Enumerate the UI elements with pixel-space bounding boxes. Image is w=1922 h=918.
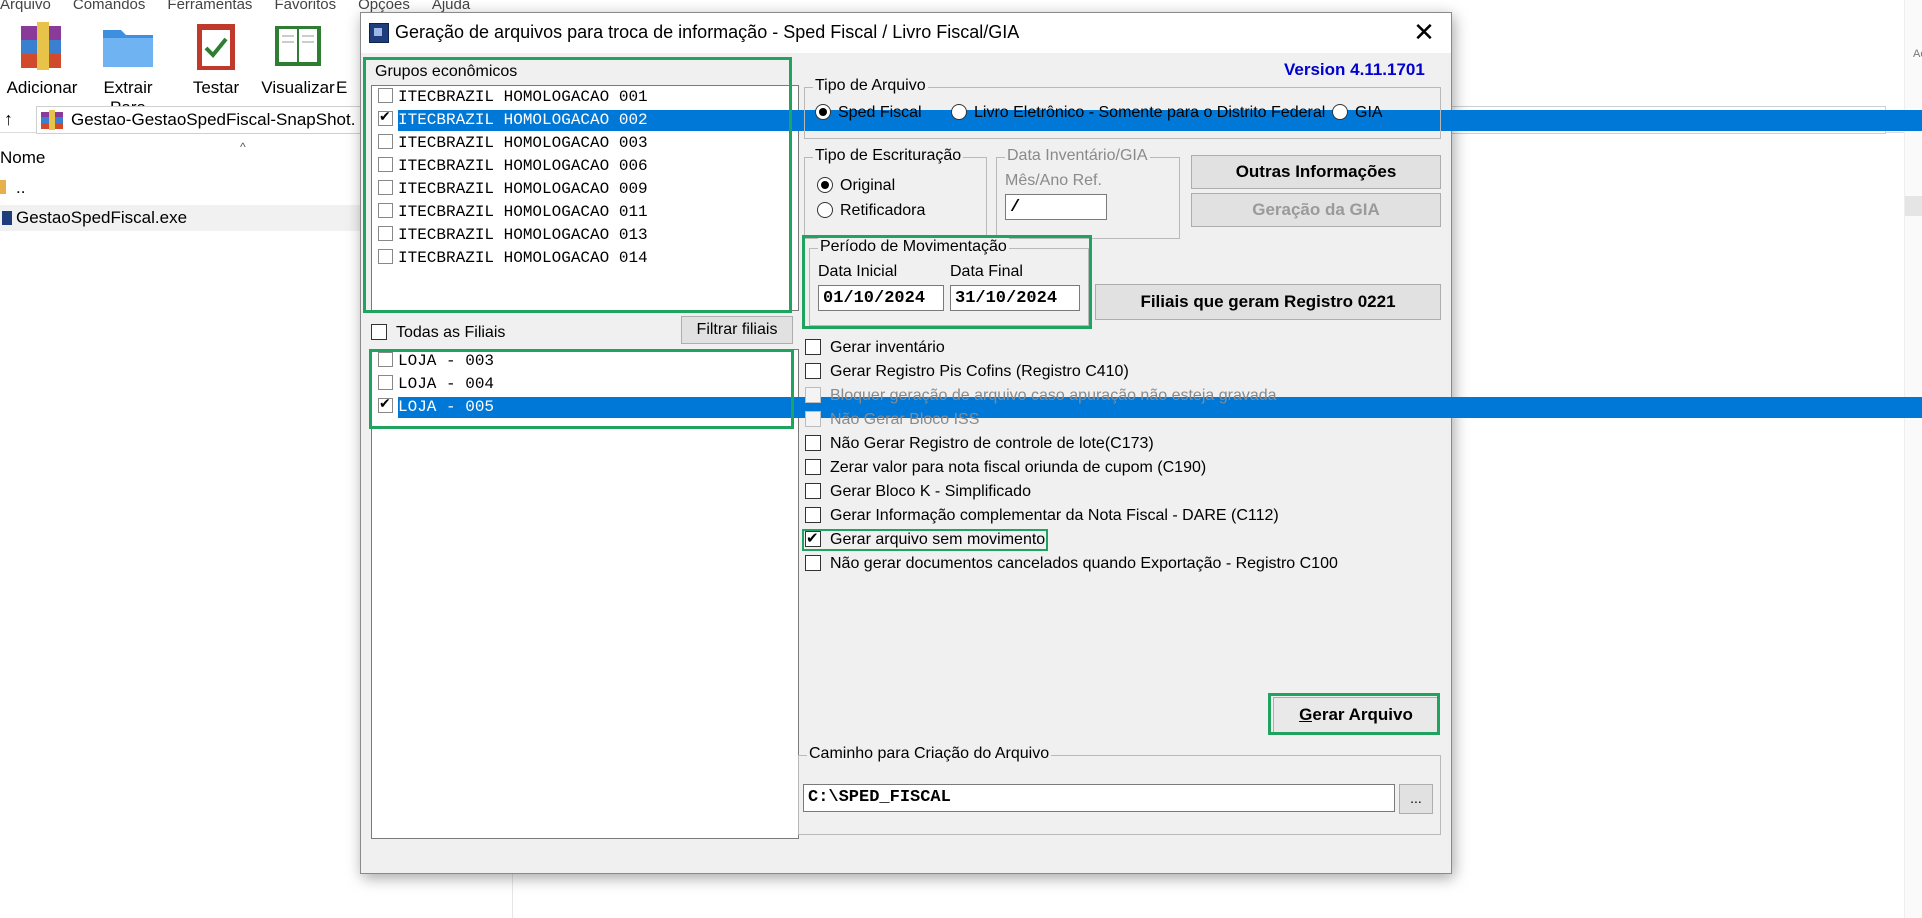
option-zerar-cupom[interactable]: Zerar valor para nota fiscal oriunda de … — [805, 457, 1206, 479]
filial-item[interactable]: LOJA - 004 — [374, 374, 494, 395]
checkbox[interactable] — [378, 134, 393, 149]
gerar-arquivo-button[interactable]: Gerar Arquivo — [1273, 697, 1439, 733]
tipo-arquivo-group: Tipo de Arquivo Sped Fiscal Livro Eletrô… — [804, 77, 1441, 139]
radio-original[interactable]: Original — [817, 175, 895, 197]
periodo-group: Período de Movimentação Data Inicial 01/… — [809, 238, 1089, 326]
radio-sped-fiscal[interactable]: Sped Fiscal — [815, 102, 922, 124]
column-header-name[interactable]: Nome — [0, 148, 45, 168]
clipboard-check-icon — [189, 18, 243, 72]
checkbox[interactable] — [378, 394, 393, 415]
close-button[interactable]: ✕ — [1401, 15, 1447, 51]
tipo-escrituracao-group: Tipo de Escrituração Original Retificado… — [804, 147, 987, 239]
version-label: Version 4.11.1701 — [1284, 60, 1425, 79]
option-sem-movimento[interactable]: Gerar arquivo sem movimento — [805, 527, 1045, 551]
grupo-item[interactable]: ITECBRAZIL HOMOLOGACAO 001 — [374, 87, 648, 108]
option-dare-c112[interactable]: Gerar Informação complementar da Nota Fi… — [805, 505, 1279, 527]
option-bloco-iss[interactable]: Não Gerar Bloco ISS — [805, 409, 979, 431]
option-bloquear-geracao[interactable]: Bloquer geração de arquivo caso apuração… — [805, 385, 1277, 407]
outras-informacoes-button[interactable]: Outras Informações — [1191, 155, 1441, 189]
menu-item[interactable]: Comandos — [73, 0, 146, 13]
dialog-title: Geração de arquivos para troca de inform… — [395, 22, 1020, 42]
mes-ano-field[interactable]: / — [1005, 194, 1107, 220]
inventario-group: Data Inventário/GIA Mês/Ano Ref. / — [996, 147, 1180, 239]
grupo-item[interactable]: ITECBRAZIL HOMOLOGACAO 011 — [374, 202, 648, 223]
data-inicial-label: Data Inicial — [818, 263, 898, 280]
archive-icon — [41, 110, 63, 130]
sped-dialog: Geração de arquivos para troca de inform… — [360, 12, 1922, 874]
data-final-field[interactable]: 31/10/2024 — [950, 285, 1080, 311]
toolbar-test-label: Testar — [192, 78, 240, 97]
book-view-icon — [271, 18, 325, 72]
grupo-item[interactable]: ITECBRAZIL HOMOLOGACAO 013 — [374, 225, 648, 246]
grupos-list[interactable]: ITECBRAZIL HOMOLOGACAO 001 ITECBRAZIL HO… — [371, 85, 1922, 311]
checkbox[interactable] — [378, 203, 393, 218]
grupo-item[interactable]: ITECBRAZIL HOMOLOGACAO 014 — [374, 248, 648, 269]
up-arrow-icon[interactable]: ↑ — [4, 106, 13, 132]
option-bloco-k[interactable]: Gerar Bloco K - Simplificado — [805, 481, 1031, 503]
list-item-label: .. — [16, 178, 26, 197]
background-menu-bar: Arquivo Comandos Ferramentas Favoritos Opçõe… — [0, 0, 492, 13]
browse-button[interactable]: ... — [1399, 784, 1433, 814]
data-final-label: Data Final — [950, 263, 1023, 280]
caminho-group: Caminho para Criação do Arquivo C:\SPED_… — [798, 745, 1441, 835]
radio-gia[interactable]: GIA — [1332, 102, 1383, 124]
filial-item[interactable]: LOJA - 003 — [374, 351, 494, 372]
archive-add-icon — [15, 18, 69, 72]
option-pis-cofins[interactable]: Gerar Registro Pis Cofins (Registro C410… — [805, 361, 1129, 383]
radio-livro-eletronico[interactable]: Livro Eletrônico - Somente para o Distri… — [951, 102, 1325, 124]
menu-item[interactable]: Arquivo — [0, 0, 51, 13]
grupo-item[interactable]: ITECBRAZIL HOMOLOGACAO 006 — [374, 156, 648, 177]
folder-extract-icon — [101, 18, 155, 72]
gerar-arquivo-label: erar Arquivo — [1312, 705, 1413, 724]
checkbox[interactable] — [378, 107, 393, 128]
caminho-field[interactable]: C:\SPED_FISCAL — [803, 784, 1395, 812]
checkbox[interactable] — [378, 180, 393, 195]
mes-ano-label: Mês/Ano Ref. — [1005, 172, 1102, 189]
checkbox[interactable] — [378, 88, 393, 103]
todas-filiais-checkbox[interactable]: Todas as Filiais — [371, 322, 505, 344]
toolbar-view-label: Visualizar — [261, 78, 335, 97]
toolbar-extract-button[interactable]: Extrair Para — [86, 14, 170, 118]
path-field[interactable]: Gestao-GestaoSpedFiscal-SnapShot. — [36, 106, 402, 134]
geracao-gia-button[interactable]: Geração da GIA — [1191, 193, 1441, 227]
menu-item[interactable]: Ferramentas — [167, 0, 252, 13]
radio-retificadora[interactable]: Retificadora — [817, 200, 925, 222]
sort-caret-icon: ^ — [240, 140, 246, 154]
checkbox[interactable] — [378, 249, 393, 264]
checkbox[interactable] — [378, 226, 393, 241]
folder-icon — [0, 180, 6, 194]
checkbox[interactable] — [378, 375, 393, 390]
toolbar-add-button[interactable]: Adicionar — [0, 14, 84, 98]
filiais-registro-0221-button[interactable]: Filiais que geram Registro 0221 — [1095, 284, 1441, 320]
grupos-label: Grupos econômicos — [375, 63, 518, 80]
grupo-item[interactable]: ITECBRAZIL HOMOLOGACAO 003 — [374, 133, 648, 154]
grupo-item[interactable]: ITECBRAZIL HOMOLOGACAO 009 — [374, 179, 648, 200]
data-inicial-field[interactable]: 01/10/2024 — [818, 285, 944, 311]
toolbar-test-button[interactable]: Testar — [174, 14, 258, 98]
menu-item[interactable]: Favoritos — [274, 0, 336, 13]
checkbox[interactable] — [378, 157, 393, 172]
list-item-label: GestaoSpedFiscal.exe — [16, 208, 188, 227]
toolbar-view-button[interactable]: Visualizar — [256, 14, 340, 98]
filiais-list[interactable]: LOJA - 003 LOJA - 004 LOJA - 005 — [371, 349, 1922, 839]
filtrar-filiais-button[interactable]: Filtrar filiais — [681, 316, 793, 344]
right-edge-strip: Ac — [1904, 0, 1922, 918]
option-controle-lote[interactable]: Não Gerar Registro de controle de lote(C… — [805, 433, 1154, 455]
dialog-title-bar: Geração de arquivos para troca de inform… — [361, 13, 1451, 53]
toolbar-add-label: Adicionar — [6, 78, 78, 97]
checkbox[interactable] — [378, 352, 393, 367]
app-icon — [369, 23, 389, 43]
option-gerar-inventario[interactable]: Gerar inventário — [805, 337, 945, 359]
path-text: Gestao-GestaoSpedFiscal-SnapShot. — [71, 110, 356, 129]
exe-icon — [2, 211, 12, 225]
edge-label: Ac — [1913, 48, 1922, 60]
option-cancelados-c100[interactable]: Não gerar documentos cancelados quando E… — [805, 553, 1338, 575]
